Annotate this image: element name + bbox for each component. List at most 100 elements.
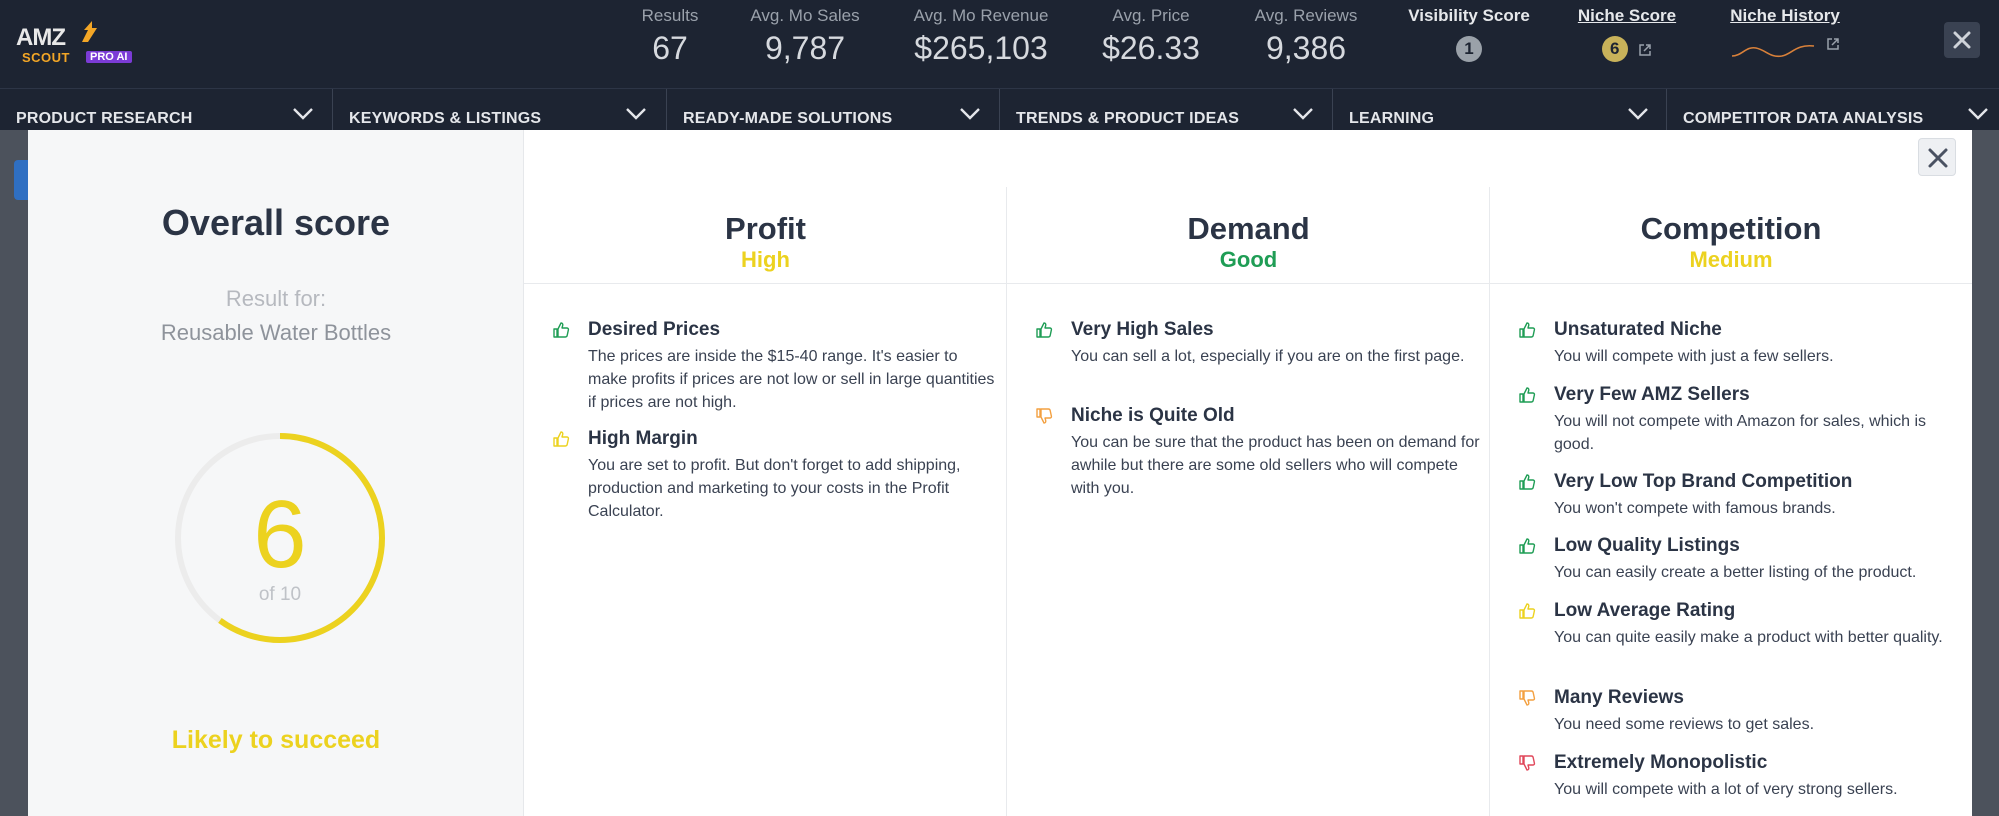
overall-score-scale: of 10 xyxy=(258,584,302,605)
nav-ready-made-solutions[interactable]: READY-MADE SOLUTIONS xyxy=(667,89,1000,131)
column-level: High xyxy=(741,247,790,272)
criteria-title: Very Low Top Brand Competition xyxy=(1554,471,1853,492)
criteria-title: Extremely Monopolistic xyxy=(1554,752,1768,773)
criteria-description: You won't compete with famous brands. xyxy=(1554,500,1836,517)
profit-header: Profit High xyxy=(524,187,1007,284)
overall-score-panel: Overall score Result for: Reusable Water… xyxy=(28,130,524,816)
stat-avg-price: Avg. Price $26.33 xyxy=(1096,6,1206,67)
nav-label: READY-MADE SOLUTIONS xyxy=(683,110,893,127)
niche-score-label[interactable]: Niche Score xyxy=(1572,6,1682,26)
criteria-description: You will compete with a lot of very stro… xyxy=(1554,781,1898,798)
column-level: Good xyxy=(1219,247,1278,272)
criteria-title: Unsaturated Niche xyxy=(1554,319,1722,340)
criteria-description: You can quite easily make a product with… xyxy=(1554,629,1943,646)
criteria-title: Very Few AMZ Sellers xyxy=(1554,384,1750,405)
close-icon xyxy=(1928,148,1948,168)
visibility-score-label: Visibility Score xyxy=(1408,6,1530,25)
stat-visibility-score[interactable]: Visibility Score 1 xyxy=(1400,6,1538,62)
thumbs-down-icon xyxy=(1036,408,1053,424)
criteria-title: Very High Sales xyxy=(1071,319,1214,340)
stat-label: Results xyxy=(641,6,699,25)
criteria-description: The prices are inside the $15-40 range. … xyxy=(588,348,995,411)
thumbs-up-icon xyxy=(1519,603,1536,619)
stat-value: $265,103 xyxy=(914,30,1048,66)
column-title: Competition xyxy=(1640,211,1822,246)
criteria-title: Desired Prices xyxy=(588,319,721,340)
nav-competitor-data-analysis[interactable]: COMPETITOR DATA ANALYSIS xyxy=(1667,89,1999,131)
demand-header: Demand Good xyxy=(1007,187,1490,284)
overall-score-value: 6 xyxy=(253,481,307,588)
nav-label: KEYWORDS & LISTINGS xyxy=(349,110,542,127)
niche-score-badge: 6 xyxy=(1601,36,1628,62)
criteria-description: You can easily create a better listing o… xyxy=(1554,564,1917,581)
criteria-description: You need some reviews to get sales. xyxy=(1554,716,1815,733)
close-modal-button[interactable] xyxy=(1918,138,1956,176)
logo-pro-badge: PRO AI xyxy=(86,51,132,63)
external-link-icon[interactable] xyxy=(1638,43,1652,57)
nav-trends-product-ideas[interactable]: TRENDS & PRODUCT IDEAS xyxy=(1000,89,1333,131)
top-stats-bar: AMZ SCOUT PRO AI Results 67 Avg. Mo Sale… xyxy=(0,0,1999,88)
stat-results: Results 67 xyxy=(630,6,710,67)
chevron-down-icon xyxy=(626,108,646,120)
chevron-down-icon xyxy=(293,108,313,120)
niche-history-sparkline[interactable] xyxy=(1730,32,1816,62)
stat-avg-mo-revenue: Avg. Mo Revenue $265,103 xyxy=(903,6,1059,67)
stat-value: 67 xyxy=(652,30,688,66)
external-link-icon[interactable] xyxy=(1826,37,1840,51)
column-title: Demand xyxy=(1187,211,1310,246)
stat-value: $26.33 xyxy=(1102,30,1200,66)
column-level: Medium xyxy=(1689,247,1773,272)
overall-score-title: Overall score xyxy=(161,202,391,243)
thumbs-down-icon xyxy=(1519,690,1536,706)
thumbs-up-icon xyxy=(1519,387,1536,403)
thumbs-up-icon xyxy=(1519,538,1536,554)
stat-avg-reviews: Avg. Reviews 9,386 xyxy=(1246,6,1366,67)
nav-learning[interactable]: LEARNING xyxy=(1333,89,1667,131)
nav-keywords-listings[interactable]: KEYWORDS & LISTINGS xyxy=(333,89,667,131)
column-title: Profit xyxy=(725,211,806,246)
visibility-score-badge: 1 xyxy=(1456,36,1482,62)
competition-column: Competition Medium Unsaturated Niche You… xyxy=(1490,187,1972,816)
chevron-down-icon xyxy=(960,108,980,120)
result-for-label: Result for: xyxy=(225,286,327,311)
criteria-description: You can be sure that the product has bee… xyxy=(1071,434,1480,497)
stat-niche-score[interactable]: Niche Score 6 xyxy=(1572,6,1682,62)
stat-value: 9,787 xyxy=(764,30,846,66)
criteria-description: You are set to profit. But don't forget … xyxy=(588,457,961,520)
chevron-down-icon xyxy=(1968,108,1988,120)
nav-label: LEARNING xyxy=(1349,110,1435,127)
thumbs-up-icon xyxy=(553,431,570,447)
chevron-down-icon xyxy=(1628,108,1648,120)
stat-label: Avg. Mo Sales xyxy=(750,6,860,25)
criteria-description: You will not compete with Amazon for sal… xyxy=(1554,413,1927,453)
criteria-title: High Margin xyxy=(588,428,698,449)
thumbs-down-icon xyxy=(1519,755,1536,771)
thumbs-up-icon xyxy=(1519,322,1536,338)
logo-amz-text: AMZ xyxy=(16,24,66,51)
chevron-down-icon xyxy=(1293,108,1313,120)
stat-avg-mo-sales: Avg. Mo Sales 9,787 xyxy=(740,6,870,67)
stat-label: Avg. Price xyxy=(1112,6,1190,25)
overall-verdict: Likely to succeed xyxy=(171,726,381,754)
niche-score-modal: Overall score Result for: Reusable Water… xyxy=(28,130,1972,816)
nav-label: TRENDS & PRODUCT IDEAS xyxy=(1016,110,1240,127)
thumbs-up-icon xyxy=(553,322,570,338)
criteria-title: Many Reviews xyxy=(1554,687,1684,708)
stat-value: 9,386 xyxy=(1265,30,1347,66)
nav-product-research[interactable]: PRODUCT RESEARCH xyxy=(0,89,333,131)
criteria-description: You can sell a lot, especially if you ar… xyxy=(1071,348,1465,365)
thumbs-up-icon xyxy=(1519,474,1536,490)
close-extension-button[interactable] xyxy=(1944,22,1980,58)
competition-header: Competition Medium xyxy=(1490,187,1972,284)
criteria-title: Low Average Rating xyxy=(1554,600,1736,621)
niche-history-label[interactable]: Niche History xyxy=(1720,6,1850,26)
demand-column: Demand Good Very High Sales You can sell… xyxy=(1007,187,1490,816)
nav-label: PRODUCT RESEARCH xyxy=(16,110,193,127)
main-nav: PRODUCT RESEARCH KEYWORDS & LISTINGS REA… xyxy=(0,88,1999,131)
close-icon xyxy=(1953,31,1971,49)
result-product-name: Reusable Water Bottles xyxy=(160,320,392,345)
stat-niche-history[interactable]: Niche History xyxy=(1720,6,1850,62)
profit-column: Profit High Desired Prices The prices ar… xyxy=(524,187,1007,816)
amzscout-logo[interactable]: AMZ SCOUT PRO AI xyxy=(16,20,146,70)
criteria-title: Niche is Quite Old xyxy=(1071,405,1235,426)
